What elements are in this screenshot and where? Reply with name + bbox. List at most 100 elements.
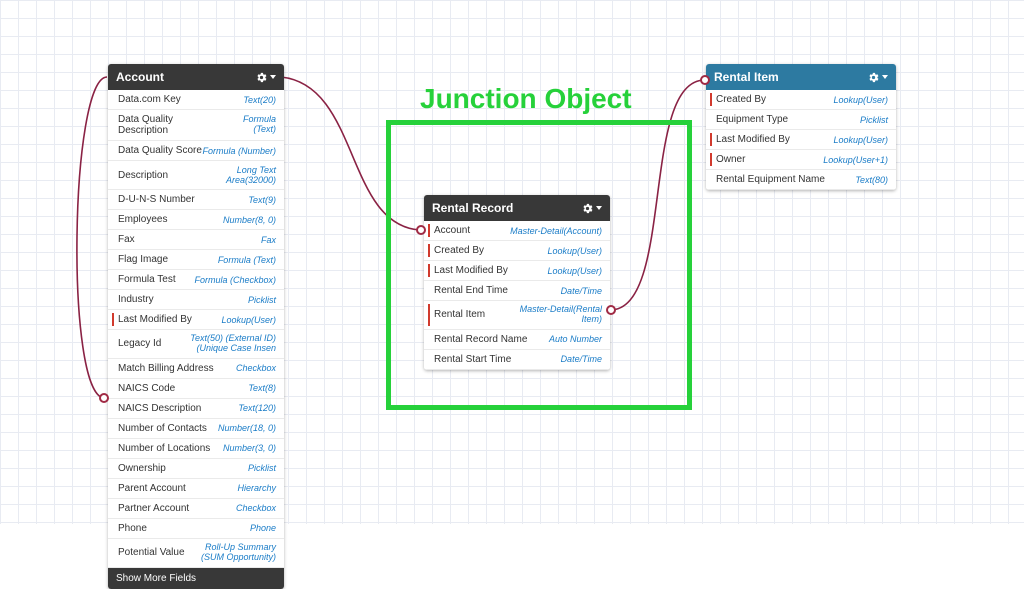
gear-icon[interactable]: [867, 71, 888, 84]
field-row[interactable]: Legacy IdText(50) (External ID) (Unique …: [108, 330, 284, 359]
field-label: Last Modified By: [118, 314, 192, 325]
field-type: Number(8, 0): [223, 215, 276, 225]
field-label: Owner: [716, 154, 745, 165]
field-label: Legacy Id: [118, 338, 161, 349]
field-label: Data.com Key: [118, 94, 181, 105]
field-row[interactable]: Data.com Key Text(20): [108, 90, 284, 110]
connection-port: [606, 305, 616, 315]
field-row[interactable]: Rental Equipment Name Text(80): [706, 170, 896, 190]
field-label: Rental End Time: [434, 285, 508, 296]
field-type: Number(18, 0): [218, 423, 276, 433]
field-label: Phone: [118, 523, 147, 534]
rental-record-header[interactable]: Rental Record: [424, 195, 610, 221]
field-label: Employees: [118, 214, 167, 225]
field-row[interactable]: FaxFax: [108, 230, 284, 250]
field-label: Description: [118, 170, 168, 181]
field-label: Industry: [118, 294, 154, 305]
field-row[interactable]: Rental Record NameAuto Number: [424, 330, 610, 350]
field-label: D-U-N-S Number: [118, 194, 195, 205]
connection-port: [99, 393, 109, 403]
rental-item-title: Rental Item: [714, 70, 779, 84]
field-type: Auto Number: [549, 334, 602, 344]
field-type: Formula (Text): [221, 115, 276, 135]
field-label: Rental Start Time: [434, 354, 511, 365]
field-label: Data Quality Score: [118, 145, 202, 156]
field-row[interactable]: Number of Locations Number(3, 0): [108, 439, 284, 459]
account-header[interactable]: Account: [108, 64, 284, 90]
field-row[interactable]: Last Modified ByLookup(User): [706, 130, 896, 150]
field-row[interactable]: Created By Lookup(User): [706, 90, 896, 110]
show-more-fields[interactable]: Show More Fields: [108, 568, 284, 589]
rental-item-header[interactable]: Rental Item: [706, 64, 896, 90]
field-row[interactable]: Last Modified By Lookup(User): [108, 310, 284, 330]
field-row[interactable]: Rental End TimeDate/Time: [424, 281, 610, 301]
field-row[interactable]: Created ByLookup(User): [424, 241, 610, 261]
field-row[interactable]: Rental Start Time Date/Time: [424, 350, 610, 370]
field-row[interactable]: Number of Contacts Number(18, 0): [108, 419, 284, 439]
field-row[interactable]: NAICS DescriptionText(120): [108, 399, 284, 419]
field-row[interactable]: Partner AccountCheckbox: [108, 499, 284, 519]
field-row[interactable]: Data Quality DescriptionFormula (Text): [108, 110, 284, 141]
schema-canvas[interactable]: Junction Object Account Data.com KeyText…: [0, 0, 1024, 524]
field-type: Lookup(User): [221, 315, 276, 325]
field-row[interactable]: Match Billing AddressCheckbox: [108, 359, 284, 379]
field-label: Number of Contacts: [118, 423, 207, 434]
field-type: Picklist: [248, 295, 276, 305]
field-label: Number of Locations: [118, 443, 210, 454]
field-type: Lookup(User): [833, 135, 888, 145]
field-type: Lookup(User): [833, 95, 888, 105]
field-row[interactable]: AccountMaster-Detail(Account): [424, 221, 610, 241]
field-label: Rental Item: [434, 309, 485, 320]
field-label: Data Quality Description: [118, 114, 221, 136]
field-row[interactable]: Equipment TypePicklist: [706, 110, 896, 130]
field-type: Number(3, 0): [223, 443, 276, 453]
field-row[interactable]: NAICS Code Text(8): [108, 379, 284, 399]
rental-record-title: Rental Record: [432, 201, 513, 215]
field-type: Master-Detail(Rental Item): [510, 305, 602, 325]
field-type: Date/Time: [561, 354, 602, 364]
field-label: NAICS Description: [118, 403, 201, 414]
field-type: Text(80): [855, 175, 888, 185]
field-label: Rental Equipment Name: [716, 174, 825, 185]
field-type: Checkbox: [236, 363, 276, 373]
field-type: Formula (Checkbox): [194, 275, 276, 285]
field-row[interactable]: Formula TestFormula (Checkbox): [108, 270, 284, 290]
field-type: Phone: [250, 523, 276, 533]
field-row[interactable]: D-U-N-S Number Text(9): [108, 190, 284, 210]
field-type: Text(20): [243, 95, 276, 105]
field-row[interactable]: Employees Number(8, 0): [108, 210, 284, 230]
field-type: Formula (Text): [218, 255, 276, 265]
field-label: Potential Value: [118, 547, 185, 558]
field-row[interactable]: Potential ValueRoll-Up Summary (SUM Oppo…: [108, 539, 284, 568]
field-type: Text(8): [248, 383, 276, 393]
field-row[interactable]: Last Modified ByLookup(User): [424, 261, 610, 281]
field-type: Master-Detail(Account): [510, 226, 602, 236]
field-type: Long Text Area(32000): [189, 165, 276, 185]
account-object-panel[interactable]: Account Data.com Key Text(20) Data Quality…: [108, 64, 284, 589]
field-type: Fax: [261, 235, 276, 245]
field-row[interactable]: Description Long Text Area(32000): [108, 161, 284, 190]
field-row[interactable]: Parent AccountHierarchy: [108, 479, 284, 499]
field-label: Created By: [434, 245, 484, 256]
field-type: Text(9): [248, 195, 276, 205]
field-label: Created By: [716, 94, 766, 105]
field-type: Checkbox: [236, 503, 276, 513]
field-type: Hierarchy: [237, 483, 276, 493]
gear-icon[interactable]: [581, 202, 602, 215]
connection-port: [416, 225, 426, 235]
rental-item-object-panel[interactable]: Rental Item Created By Lookup(User) Equipm…: [706, 64, 896, 190]
field-label: NAICS Code: [118, 383, 175, 394]
field-type: Picklist: [860, 115, 888, 125]
rental-record-object-panel[interactable]: Rental Record AccountMaster-Detail(Accou…: [424, 195, 610, 370]
gear-icon[interactable]: [255, 71, 276, 84]
field-row[interactable]: Data Quality ScoreFormula (Number): [108, 141, 284, 161]
field-row[interactable]: Phone Phone: [108, 519, 284, 539]
field-type: Formula (Number): [202, 146, 276, 156]
field-row[interactable]: OwnershipPicklist: [108, 459, 284, 479]
field-row[interactable]: Industry Picklist: [108, 290, 284, 310]
field-label: Flag Image: [118, 254, 168, 265]
field-row[interactable]: Flag Image Formula (Text): [108, 250, 284, 270]
account-title: Account: [116, 70, 164, 84]
field-row[interactable]: Rental Item Master-Detail(Rental Item): [424, 301, 610, 330]
field-row[interactable]: OwnerLookup(User+1): [706, 150, 896, 170]
